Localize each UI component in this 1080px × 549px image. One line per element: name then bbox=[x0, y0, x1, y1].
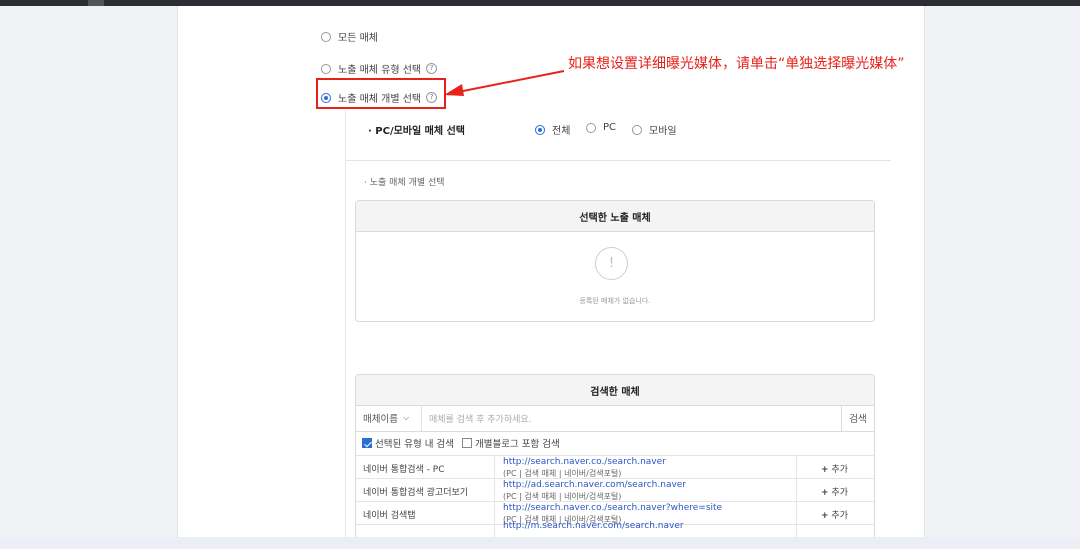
annotation-arrow-icon bbox=[444, 70, 565, 96]
searched-media-title: 검색한 매체 bbox=[356, 375, 874, 406]
option-media-type-label: 노출 매체 유형 선택 bbox=[338, 65, 422, 76]
checkbox-include-blog-label: 개별블로그 포함 검색 bbox=[474, 439, 560, 450]
media-search-input[interactable]: 매체를 검색 후 추가하세요. bbox=[422, 405, 841, 431]
add-cell: + 추가 bbox=[796, 479, 874, 502]
media-url[interactable]: http://search.naver.co./search.naver bbox=[503, 457, 666, 467]
search-filter-checkboxes: 선택된 유형 내 검색 개별블로그 포함 검색 bbox=[362, 436, 560, 450]
add-button[interactable]: + 추가 bbox=[821, 508, 848, 521]
radio-all-media[interactable] bbox=[321, 31, 331, 42]
device-option-pc[interactable]: PC bbox=[586, 122, 616, 133]
plus-icon: + bbox=[821, 511, 829, 521]
add-button-label: 추가 bbox=[831, 488, 848, 498]
radio-device-pc[interactable] bbox=[586, 122, 596, 133]
searched-media-box: 검색한 매체 매체이름 ⌵ 매체를 검색 후 추가하세요. 검색 선택된 유형 … bbox=[355, 374, 875, 549]
add-cell: + 추가 bbox=[796, 502, 874, 525]
row-divider bbox=[494, 456, 495, 479]
help-icon[interactable]: ? bbox=[426, 63, 438, 74]
checkbox-selected-type[interactable] bbox=[362, 438, 372, 448]
device-option-mobile-label: 모바일 bbox=[649, 126, 677, 137]
individual-media-label: · 노출 매체 개별 선택 bbox=[364, 178, 445, 188]
media-name: 네이버 통합검색 - PC bbox=[363, 465, 445, 475]
checkbox-selected-type-label: 선택된 유형 내 검색 bbox=[375, 439, 454, 450]
search-field-select[interactable]: 매체이름 ⌵ bbox=[356, 405, 422, 431]
media-name: 네이버 검색탭 bbox=[363, 511, 416, 521]
media-url[interactable]: http://ad.search.naver.com/search.naver bbox=[503, 480, 686, 490]
table-row: 네이버 통합검색 광고더보기 http://ad.search.naver.co… bbox=[356, 478, 874, 502]
checkbox-include-blog[interactable] bbox=[461, 438, 472, 448]
add-button-label: 추가 bbox=[831, 465, 848, 475]
media-url[interactable]: http://search.naver.co./search.naver?whe… bbox=[503, 503, 722, 513]
row-divider bbox=[494, 479, 495, 502]
radio-device-all[interactable] bbox=[535, 124, 545, 135]
selected-media-box: 선택한 노출 매체 ! 등록된 매체가 없습니다. bbox=[355, 200, 875, 322]
empty-message: 등록된 매체가 없습니다. bbox=[579, 297, 651, 305]
add-button-label: 추가 bbox=[831, 511, 848, 521]
search-button[interactable]: 검색 bbox=[841, 405, 874, 431]
media-name: 네이버 통합검색 광고더보기 bbox=[363, 488, 469, 498]
search-field-select-label: 매체이름 bbox=[363, 414, 398, 425]
device-selection-label: · PC/모바일 매체 선택 bbox=[368, 126, 465, 137]
empty-alert-icon: ! bbox=[595, 247, 628, 280]
option-media-type[interactable]: 노출 매체 유형 선택 ? bbox=[321, 61, 438, 76]
individual-media-panel: · PC/모바일 매체 선택 전체 PC 모바일 · 노출 매체 개별 선택 선… bbox=[345, 110, 891, 549]
add-button[interactable]: + 추가 bbox=[821, 485, 848, 498]
device-option-pc-label: PC bbox=[603, 122, 617, 133]
plus-icon: + bbox=[821, 488, 829, 498]
selected-media-title: 선택한 노출 매체 bbox=[356, 201, 874, 232]
top-bar-mark bbox=[88, 0, 104, 6]
device-option-all-label: 전체 bbox=[552, 126, 571, 137]
chevron-down-icon: ⌵ bbox=[402, 413, 410, 422]
row-divider bbox=[494, 502, 495, 525]
option-all-media-label: 모든 매체 bbox=[338, 33, 378, 44]
add-button[interactable]: + 추가 bbox=[821, 462, 848, 475]
option-all-media[interactable]: 모든 매체 bbox=[321, 29, 378, 44]
media-search-bar: 매체이름 ⌵ 매체를 검색 후 추가하세요. 검색 bbox=[356, 405, 874, 432]
radio-device-mobile[interactable] bbox=[632, 124, 642, 135]
annotation-highlight-box bbox=[316, 78, 446, 109]
media-url[interactable]: http://m.search.naver.com/search.naver bbox=[503, 521, 684, 531]
annotation-text: 如果想设置详细曝光媒体，请单击“单独选择曝光媒体” bbox=[568, 56, 905, 72]
bottom-strip bbox=[0, 537, 1080, 549]
device-option-mobile[interactable]: 모바일 bbox=[632, 122, 677, 137]
table-row: 네이버 통합검색 - PC http://search.naver.co./se… bbox=[356, 455, 874, 479]
device-option-all[interactable]: 전체 bbox=[535, 122, 570, 137]
radio-media-type[interactable] bbox=[321, 63, 331, 74]
plus-icon: + bbox=[821, 465, 829, 475]
add-cell: + 추가 bbox=[796, 456, 874, 479]
